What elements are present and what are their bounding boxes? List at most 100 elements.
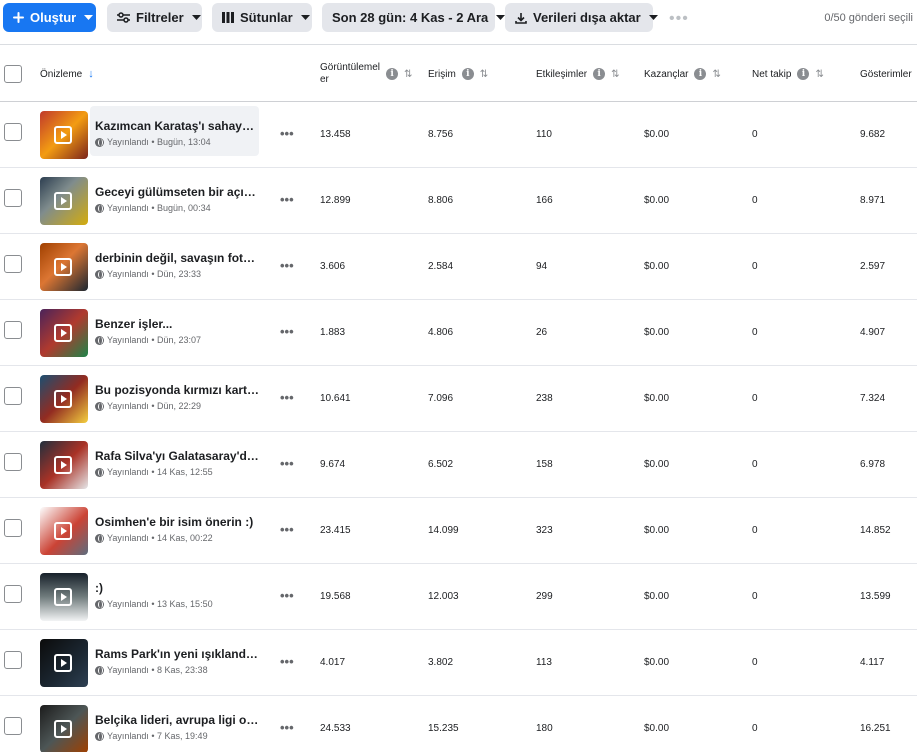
post-date: Dün, 23:33: [157, 269, 202, 279]
globe-icon: [95, 533, 104, 543]
row-checkbox[interactable]: [4, 123, 22, 141]
reel-icon: [54, 126, 72, 144]
post-thumbnail[interactable]: [40, 375, 88, 423]
info-icon[interactable]: i: [461, 68, 474, 80]
table-row[interactable]: Rams Park'ın yeni ışıklandır... Yayınland…: [0, 630, 917, 696]
filters-label: Filtreler: [136, 10, 184, 25]
columns-icon: [222, 12, 234, 23]
sort-down-icon: ↓: [88, 68, 94, 80]
earnings-value: $0.00: [644, 591, 670, 602]
post-meta: Yayınlandı • 13 Kas, 15:50: [95, 599, 213, 609]
info-icon[interactable]: i: [694, 68, 707, 80]
post-title[interactable]: Geceyi gülümseten bir açıkl...: [95, 185, 260, 199]
column-interactions[interactable]: Etkileşimler i ⇅: [536, 45, 620, 103]
post-title[interactable]: Belçika lideri, avrupa ligi on ...: [95, 713, 260, 727]
views-value: 12.899: [320, 195, 351, 206]
table-row[interactable]: Belçika lideri, avrupa ligi on ... Yayınl…: [0, 696, 917, 752]
plus-icon: [13, 12, 24, 23]
more-horizontal-icon[interactable]: •••: [280, 522, 294, 537]
post-title[interactable]: :): [95, 581, 260, 595]
sort-icon[interactable]: ⇅: [480, 69, 488, 80]
columns-button[interactable]: Sütunlar: [212, 3, 312, 32]
select-all-checkbox[interactable]: [4, 65, 22, 83]
globe-icon: [95, 137, 104, 147]
more-horizontal-icon[interactable]: •••: [280, 456, 294, 471]
post-thumbnail[interactable]: [40, 705, 88, 752]
impressions-value: 4.117: [860, 657, 885, 668]
table-row[interactable]: Bu pozisyonda kırmızı kart v... Yayınland…: [0, 366, 917, 432]
net-follows-value: 0: [752, 723, 758, 734]
post-thumbnail[interactable]: [40, 177, 88, 225]
earnings-value: $0.00: [644, 459, 670, 470]
more-horizontal-icon[interactable]: •••: [280, 390, 294, 405]
post-title[interactable]: Rams Park'ın yeni ışıklandır...: [95, 647, 260, 661]
post-thumbnail[interactable]: [40, 507, 88, 555]
impressions-value: 13.599: [860, 591, 891, 602]
more-horizontal-icon[interactable]: •••: [280, 324, 294, 339]
post-thumbnail[interactable]: [40, 111, 88, 159]
sort-icon[interactable]: ⇅: [815, 69, 823, 80]
info-icon[interactable]: i: [386, 68, 399, 80]
post-title[interactable]: Kazımcan Karataş'ı sahaya a...: [95, 119, 260, 133]
views-value: 3.606: [320, 261, 346, 272]
post-title[interactable]: Rafa Silva'yı Galatasaray'da ...: [95, 449, 260, 463]
export-data-button[interactable]: Verileri dışa aktar: [505, 3, 658, 32]
table-row[interactable]: Benzer işler... Yayınlandı • Dün, 23:07 ••…: [0, 300, 917, 366]
filters-button[interactable]: Filtreler: [107, 3, 202, 32]
row-checkbox[interactable]: [4, 453, 22, 471]
post-thumbnail[interactable]: [40, 441, 88, 489]
post-thumbnail[interactable]: [40, 309, 88, 357]
row-checkbox[interactable]: [4, 255, 22, 273]
post-title[interactable]: derbinin değil, savaşın fotoğ...: [95, 251, 260, 265]
table-row[interactable]: Osimhen'e bir isim önerin :) Yayınlandı •…: [0, 498, 917, 564]
date-range-button[interactable]: Son 28 gün: 4 Kas - 2 Ara: [322, 3, 506, 32]
post-title[interactable]: Bu pozisyonda kırmızı kart v...: [95, 383, 260, 397]
sort-icon[interactable]: ⇅: [611, 69, 619, 80]
row-checkbox[interactable]: [4, 585, 22, 603]
post-date: Dün, 22:29: [157, 401, 202, 411]
info-icon[interactable]: i: [593, 68, 606, 80]
column-preview[interactable]: Önizleme ↓: [40, 45, 94, 103]
create-button[interactable]: Oluştur: [3, 3, 96, 32]
more-horizontal-icon[interactable]: •••: [280, 654, 294, 669]
more-horizontal-icon[interactable]: •••: [280, 126, 294, 141]
info-icon[interactable]: i: [797, 68, 810, 80]
column-views-label: Görüntülemel er: [320, 62, 380, 86]
more-horizontal-icon[interactable]: •••: [280, 720, 294, 735]
sort-icon[interactable]: ⇅: [712, 69, 720, 80]
column-net-follows[interactable]: Net takip i ⇅: [752, 45, 824, 103]
post-thumbnail[interactable]: [40, 243, 88, 291]
table-row[interactable]: Geceyi gülümseten bir açıkl... Yayınlandı…: [0, 168, 917, 234]
table-row[interactable]: Kazımcan Karataş'ı sahaya a... Yayınlandı…: [0, 102, 917, 168]
row-checkbox[interactable]: [4, 651, 22, 669]
impressions-value: 8.971: [860, 195, 886, 206]
post-thumbnail[interactable]: [40, 573, 88, 621]
column-views-label-line1: Görüntülemel: [320, 62, 381, 73]
column-views[interactable]: Görüntülemel er i ⇅: [320, 45, 412, 103]
column-impressions[interactable]: Gösterimler: [860, 45, 912, 103]
earnings-value: $0.00: [644, 261, 670, 272]
post-thumbnail[interactable]: [40, 639, 88, 687]
net-follows-value: 0: [752, 459, 758, 470]
post-meta: Yayınlandı • Dün, 23:33: [95, 269, 201, 279]
table-row[interactable]: derbinin değil, savaşın fotoğ... Yayınlan…: [0, 234, 917, 300]
more-horizontal-icon[interactable]: •••: [280, 588, 294, 603]
reach-value: 8.756: [428, 129, 454, 140]
row-checkbox[interactable]: [4, 189, 22, 207]
sort-icon[interactable]: ⇅: [404, 69, 412, 80]
row-checkbox[interactable]: [4, 717, 22, 735]
table-row[interactable]: :) Yayınlandı • 13 Kas, 15:50 ••• 19.568 12.…: [0, 564, 917, 630]
impressions-value: 4.907: [860, 327, 886, 338]
column-earnings[interactable]: Kazançlar i ⇅: [644, 45, 721, 103]
post-title[interactable]: Benzer işler...: [95, 317, 260, 331]
row-checkbox[interactable]: [4, 387, 22, 405]
reel-icon: [54, 192, 72, 210]
more-horizontal-icon[interactable]: •••: [280, 258, 294, 273]
more-options-icon[interactable]: •••: [669, 10, 689, 28]
row-checkbox[interactable]: [4, 519, 22, 537]
column-reach[interactable]: Erişim i ⇅: [428, 45, 488, 103]
row-checkbox[interactable]: [4, 321, 22, 339]
more-horizontal-icon[interactable]: •••: [280, 192, 294, 207]
post-title[interactable]: Osimhen'e bir isim önerin :): [95, 515, 260, 529]
table-row[interactable]: Rafa Silva'yı Galatasaray'da ... Yayınlan…: [0, 432, 917, 498]
